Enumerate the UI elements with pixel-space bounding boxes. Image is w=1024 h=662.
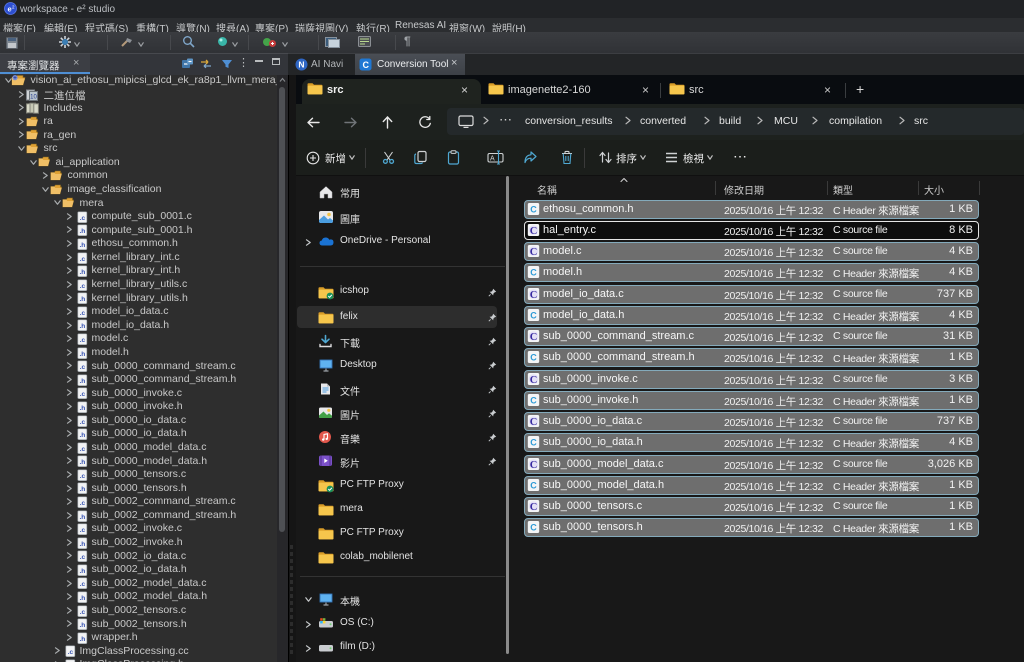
svg-text:.c: .c	[80, 527, 86, 534]
svg-text:N: N	[298, 60, 304, 70]
svg-text:C: C	[530, 226, 538, 237]
svg-text:.c: .c	[80, 500, 86, 507]
svg-text:C: C	[530, 523, 537, 533]
svg-text:.h: .h	[80, 636, 86, 643]
svg-text:.h: .h	[80, 378, 86, 385]
svg-text:C: C	[530, 438, 537, 448]
svg-text:.h: .h	[80, 541, 86, 548]
svg-text:.c: .c	[68, 649, 74, 656]
svg-text:.h: .h	[80, 568, 86, 575]
svg-text:.c: .c	[80, 337, 86, 344]
svg-text:.h: .h	[80, 228, 86, 235]
svg-text:.h: .h	[80, 622, 86, 629]
svg-text:.h: .h	[80, 323, 86, 330]
svg-text:C: C	[530, 502, 538, 513]
svg-text:.c: .c	[80, 215, 86, 222]
svg-text:.c: .c	[80, 473, 86, 480]
svg-text:.c: .c	[80, 581, 86, 588]
svg-text:.h: .h	[80, 269, 86, 276]
svg-text:C: C	[530, 311, 537, 321]
svg-text:C: C	[530, 268, 537, 278]
svg-text:C: C	[530, 353, 537, 363]
svg-text:.h: .h	[80, 296, 86, 303]
svg-text:C: C	[530, 332, 538, 343]
svg-text:.h: .h	[80, 486, 86, 493]
svg-text:.c: .c	[80, 310, 86, 317]
svg-text:.c: .c	[80, 609, 86, 616]
svg-text:C: C	[530, 396, 537, 406]
svg-text:C: C	[530, 459, 538, 470]
svg-text:.c: .c	[80, 419, 86, 426]
svg-text:.h: .h	[80, 459, 86, 466]
svg-text:.c: .c	[80, 364, 86, 371]
svg-text:C: C	[530, 289, 538, 300]
svg-text:C: C	[530, 417, 538, 428]
svg-text:.h: .h	[80, 351, 86, 358]
svg-text:.h: .h	[80, 595, 86, 602]
svg-text:C: C	[362, 60, 369, 70]
svg-text:.h: .h	[80, 432, 86, 439]
svg-text:C: C	[530, 481, 537, 491]
svg-text:.h: .h	[80, 242, 86, 249]
svg-text:.c: .c	[80, 283, 86, 290]
svg-text:10: 10	[30, 94, 37, 100]
svg-text:.c: .c	[80, 446, 86, 453]
svg-text:.c: .c	[80, 256, 86, 263]
svg-text:.h: .h	[80, 514, 86, 521]
svg-text:C: C	[530, 374, 538, 385]
svg-text:C: C	[530, 247, 538, 258]
svg-text:.c: .c	[80, 391, 86, 398]
svg-text:A: A	[490, 156, 495, 163]
svg-text:.c: .c	[80, 554, 86, 561]
svg-text:.h: .h	[80, 405, 86, 412]
svg-text:C: C	[530, 204, 537, 214]
